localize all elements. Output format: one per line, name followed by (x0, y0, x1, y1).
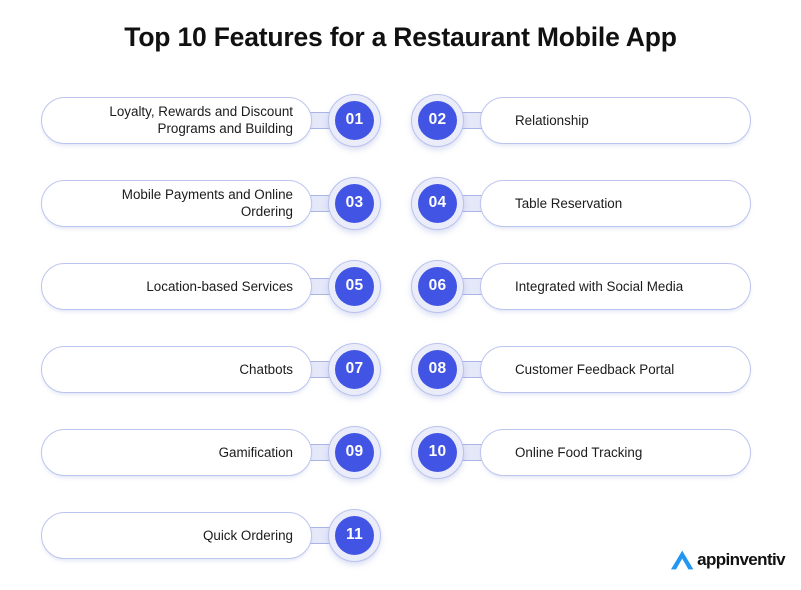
feature-row: Gamification 09 10 Online Food Tracking (0, 424, 801, 507)
feature-item-01[interactable]: Loyalty, Rewards and Discount Programs a… (41, 92, 381, 148)
feature-item-10[interactable]: 10 Online Food Tracking (411, 424, 751, 480)
feature-item-09[interactable]: Gamification 09 (41, 424, 381, 480)
feature-badge-ring: 10 (411, 425, 464, 479)
feature-row: Location-based Services 05 06 Integrated… (0, 258, 801, 341)
feature-pill[interactable]: Chatbots (41, 345, 312, 393)
feature-label-line2: Programs and Building (157, 121, 293, 136)
feature-row: Loyalty, Rewards and Discount Programs a… (0, 92, 801, 175)
feature-label-line1: Customer Feedback Portal (515, 361, 675, 377)
feature-badge-ring: 05 (328, 259, 381, 313)
feature-item-11[interactable]: Quick Ordering 11 (41, 507, 381, 563)
feature-pill[interactable]: Table Reservation (480, 179, 751, 227)
feature-badge-ring: 02 (411, 93, 464, 147)
feature-label-line1: Chatbots (239, 361, 293, 377)
feature-pill[interactable]: Quick Ordering (41, 511, 312, 559)
feature-label-line1: Quick Ordering (202, 527, 293, 543)
feature-pill[interactable]: Location-based Services (41, 262, 312, 310)
feature-label-line1: Loyalty, Rewards and Discount (109, 104, 293, 119)
feature-number: 02 (418, 100, 457, 140)
page-title: Top 10 Features for a Restaurant Mobile … (124, 22, 677, 52)
brand-logo: appinventiv (669, 548, 786, 572)
feature-badge-ring: 06 (411, 259, 464, 313)
feature-badge-ring: 03 (328, 176, 381, 230)
feature-badge-ring: 09 (328, 425, 381, 479)
feature-list: Loyalty, Rewards and Discount Programs a… (0, 92, 801, 590)
feature-item-08[interactable]: 08 Customer Feedback Portal (411, 341, 751, 397)
feature-pill[interactable]: Relationship (480, 96, 751, 144)
feature-number: 10 (418, 432, 457, 472)
feature-label-line1: Gamification (218, 444, 293, 460)
feature-number: 08 (418, 349, 457, 389)
feature-badge-ring: 08 (411, 342, 464, 396)
feature-pill[interactable]: Loyalty, Rewards and Discount Programs a… (41, 96, 312, 144)
feature-number: 03 (335, 183, 374, 223)
feature-pill[interactable]: Mobile Payments and Online Ordering (41, 179, 312, 227)
feature-item-06[interactable]: 06 Integrated with Social Media (411, 258, 751, 314)
feature-number: 11 (335, 515, 374, 555)
feature-badge-ring: 01 (328, 93, 381, 147)
feature-label-line1: Integrated with Social Media (515, 278, 684, 294)
feature-item-05[interactable]: Location-based Services 05 (41, 258, 381, 314)
logo-wordmark: appinventiv (697, 550, 785, 569)
appinventiv-arrow-icon (671, 550, 694, 570)
feature-row: Chatbots 07 08 Customer Feedback Portal (0, 341, 801, 424)
feature-label-line1: Mobile Payments and Online (121, 187, 293, 202)
feature-pill[interactable]: Gamification (41, 428, 312, 476)
feature-label-line1: Location-based Services (146, 278, 293, 294)
feature-number: 06 (418, 266, 457, 306)
feature-badge-ring: 11 (328, 508, 381, 562)
feature-pill[interactable]: Online Food Tracking (480, 428, 751, 476)
feature-label-line1: Table Reservation (515, 195, 623, 211)
feature-number: 01 (335, 100, 374, 140)
feature-item-02[interactable]: 02 Relationship (411, 92, 751, 148)
feature-label-line2: Ordering (240, 204, 293, 219)
feature-badge-ring: 07 (328, 342, 381, 396)
feature-label-line1: Relationship (515, 112, 589, 128)
feature-pill[interactable]: Integrated with Social Media (480, 262, 751, 310)
feature-item-04[interactable]: 04 Table Reservation (411, 175, 751, 231)
feature-number: 09 (335, 432, 374, 472)
feature-number: 07 (335, 349, 374, 389)
feature-row: Mobile Payments and Online Ordering 03 0… (0, 175, 801, 258)
feature-pill[interactable]: Customer Feedback Portal (480, 345, 751, 393)
feature-badge-ring: 04 (411, 176, 464, 230)
feature-label-line1: Online Food Tracking (515, 444, 643, 460)
feature-item-03[interactable]: Mobile Payments and Online Ordering 03 (41, 175, 381, 231)
feature-number: 05 (335, 266, 374, 306)
feature-item-07[interactable]: Chatbots 07 (41, 341, 381, 397)
feature-number: 04 (418, 183, 457, 223)
